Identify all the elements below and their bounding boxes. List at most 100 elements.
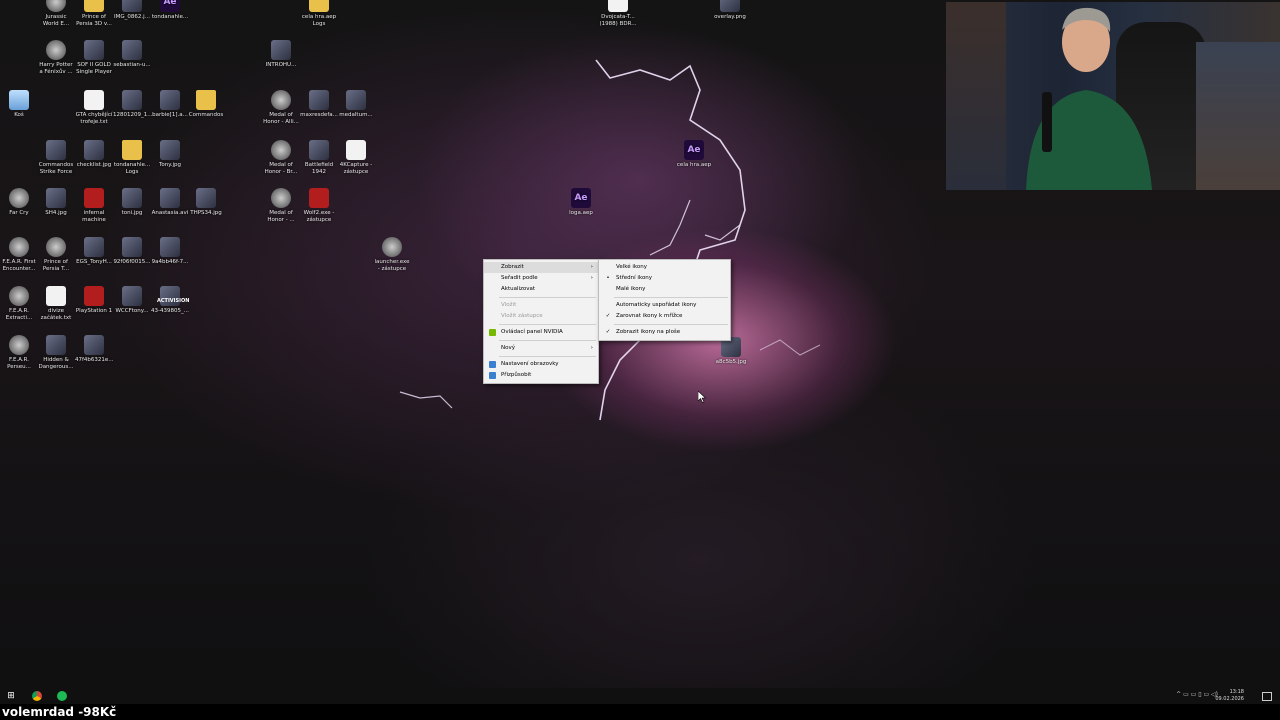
desktop-icon[interactable]: 12801209_1... <box>113 90 153 119</box>
desktop-icon[interactable]: EGS_TonyH... <box>75 237 113 266</box>
desktop-icon[interactable]: launcher.exe - zástupce <box>373 237 411 273</box>
desktop-icon-label: EGS_TonyH... <box>76 259 112 265</box>
context-menu-item[interactable]: Nastavení obrazovky <box>484 359 598 370</box>
desktop-icon[interactable]: SOF II GOLD Single Player <box>75 40 113 76</box>
checkmark-icon: ✓ <box>605 313 611 319</box>
desktop-icon-label: Koš <box>14 112 24 118</box>
desktop-icon[interactable]: Ae tondanahle... <box>151 0 189 21</box>
desktop-icon[interactable]: Ae loga.aep <box>562 188 600 217</box>
desktop-icon[interactable]: Medal of Honor - ... <box>262 188 300 224</box>
view-submenu-item[interactable]: Automaticky uspořádat ikony <box>599 300 730 311</box>
streamer-figure <box>1026 7 1152 190</box>
clock[interactable]: 13:18 09.02.2026 <box>1215 689 1244 703</box>
desktop-icon[interactable]: checklist.jpg <box>75 140 113 169</box>
image-icon <box>84 140 104 160</box>
desktop-icon[interactable]: Commandos <box>187 90 225 119</box>
desktop-icon[interactable]: barbie[1].a... <box>151 90 189 119</box>
desktop-icon[interactable]: toni.jpg <box>113 188 151 217</box>
desktop-icon[interactable]: tondanahle... Logs <box>113 140 151 176</box>
desktop-icon-label: Medal of Honor - Alli... <box>263 112 299 125</box>
desktop-icon[interactable]: IMG_0862.j... <box>113 0 151 21</box>
activision-logo: ACTIVISION <box>157 298 190 304</box>
desktop-icon[interactable]: Battlefield 1942 <box>300 140 338 176</box>
after-effects-icon: Ae <box>684 140 704 160</box>
system-tray-icons[interactable]: ^ ▭ ▭ ▯ ▭ ◁) <box>1176 691 1218 698</box>
context-menu-item[interactable]: Přizpůsobit <box>484 370 598 381</box>
checkmark-icon: ✓ <box>605 329 611 335</box>
recycle-bin-icon <box>9 90 29 110</box>
context-menu-item[interactable]: Zobrazit › <box>484 262 598 273</box>
context-menu-item-label: Vložit <box>501 302 517 308</box>
view-submenu-item[interactable]: ✓ Zarovnat ikony k mřížce <box>599 311 730 322</box>
desktop-icon[interactable]: Jurassic World E... <box>37 0 75 28</box>
spotify-taskbar-button[interactable] <box>55 688 69 704</box>
desktop-icon[interactable]: Hidden & Dangerous... <box>37 335 75 371</box>
app-icon <box>9 188 29 208</box>
desktop-icon-label: tondanahle... Logs <box>113 162 151 175</box>
context-menu-item[interactable]: Aktualizovat <box>484 284 598 295</box>
desktop-context-menu: Zobrazit › Seřadit podle › Aktualizovat Vloži… <box>483 259 599 384</box>
desktop-icon[interactable]: Prince of Persia 3D v... <box>75 0 113 28</box>
desktop-icon[interactable]: F.E.A.R. Extracti... <box>0 286 38 322</box>
desktop-icon[interactable]: PlayStation 1 <box>75 286 113 315</box>
app-icon <box>271 140 291 160</box>
view-submenu-item[interactable]: ✓ Zobrazit ikony na ploše <box>599 327 730 338</box>
personalize-icon <box>489 372 496 379</box>
desktop-icon[interactable]: infernal machine <box>75 188 113 224</box>
context-menu-item[interactable]: Ovládací panel NVIDIA <box>484 327 598 338</box>
view-submenu-item-label: Automaticky uspořádat ikony <box>616 302 697 308</box>
desktop-icon[interactable]: INTROHU... <box>262 40 300 69</box>
desktop-icon[interactable]: Koš <box>0 90 38 119</box>
desktop-icon[interactable]: cela hra.aep Logs <box>300 0 338 28</box>
after-effects-icon: Ae <box>160 0 180 12</box>
desktop-icon[interactable]: SH4.jpg <box>37 188 75 217</box>
desktop-icon[interactable]: Ae cela hra.aep <box>675 140 713 169</box>
desktop-icon[interactable]: 92f06f0015... <box>113 237 151 266</box>
app-icon <box>46 237 66 257</box>
desktop-icon[interactable]: F.E.A.R. Perseu... <box>0 335 38 371</box>
desktop-icon[interactable]: 47f4b6321e... <box>75 335 114 364</box>
chrome-taskbar-button[interactable] <box>30 688 44 704</box>
desktop-icon[interactable]: Commandos Strike Force <box>37 140 75 176</box>
desktop-icon-label: GTA chybějící trofeje.txt <box>75 112 113 125</box>
desktop-icon[interactable]: Tony.jpg <box>151 140 189 169</box>
desktop-icon[interactable]: Prince of Persia T... <box>37 237 75 273</box>
desktop-icon[interactable]: divize začátek.txt <box>37 286 75 322</box>
notifications-icon[interactable] <box>1262 692 1272 701</box>
folder-icon <box>122 140 142 160</box>
start-button[interactable]: ⊞ <box>4 688 18 704</box>
desktop-icon[interactable]: Wolf2.exe - zástupce <box>300 188 338 224</box>
desktop-icon[interactable]: Far Cry <box>0 188 38 217</box>
desktop-icon-label: F.E.A.R. Perseu... <box>7 357 31 370</box>
desktop-icon[interactable]: Anastasia.avi <box>151 188 189 217</box>
app-icon <box>271 188 291 208</box>
desktop-icon[interactable]: sebastian-u... <box>113 40 151 69</box>
view-submenu-item[interactable]: • Střední ikony <box>599 273 730 284</box>
desktop-icon[interactable]: 9a4bb46f-7... <box>151 237 189 266</box>
desktop-icon[interactable]: Medal of Honor - Br... <box>262 140 300 176</box>
menu-separator <box>614 324 728 325</box>
desktop-icon[interactable]: 4KCapture - zástupce <box>337 140 375 176</box>
desktop-icon[interactable]: Medal of Honor - Alli... <box>262 90 300 126</box>
app-icon <box>9 335 29 355</box>
desktop-icon[interactable]: WCCFtony... <box>113 286 151 315</box>
desktop-icon-label: THPS34.jpg <box>190 210 222 216</box>
desktop-icon[interactable]: THPS34.jpg <box>187 188 225 217</box>
desktop-icon[interactable]: overlay.png <box>711 0 749 21</box>
clock-date: 09.02.2026 <box>1215 696 1244 702</box>
desktop-icon[interactable]: GTA chybějící trofeje.txt <box>75 90 113 126</box>
desktop-icon[interactable]: Harry Potter a Fénixův ... <box>37 40 75 76</box>
desktop-icon[interactable]: medaltum... <box>337 90 375 119</box>
desktop-icon-label: Battlefield 1942 <box>304 162 334 175</box>
context-menu-item[interactable]: Nový › <box>484 343 598 354</box>
view-submenu-item[interactable]: Malé ikony <box>599 284 730 295</box>
file-icon <box>46 286 66 306</box>
view-submenu-item[interactable]: Velké ikony <box>599 262 730 273</box>
desktop-icon[interactable]: F.E.A.R. First Encounter... <box>0 237 38 273</box>
desktop-icon[interactable]: a8c5b5.jpg <box>712 337 750 366</box>
desktop-icon-label: sebastian-u... <box>113 62 151 68</box>
context-menu-item[interactable]: Seřadit podle › <box>484 273 598 284</box>
desktop-icon[interactable]: Dvojcata-T... (1988) BDR... <box>599 0 637 28</box>
desktop-icon[interactable]: maxresdefa... <box>300 90 338 119</box>
nvidia-icon <box>489 329 496 336</box>
